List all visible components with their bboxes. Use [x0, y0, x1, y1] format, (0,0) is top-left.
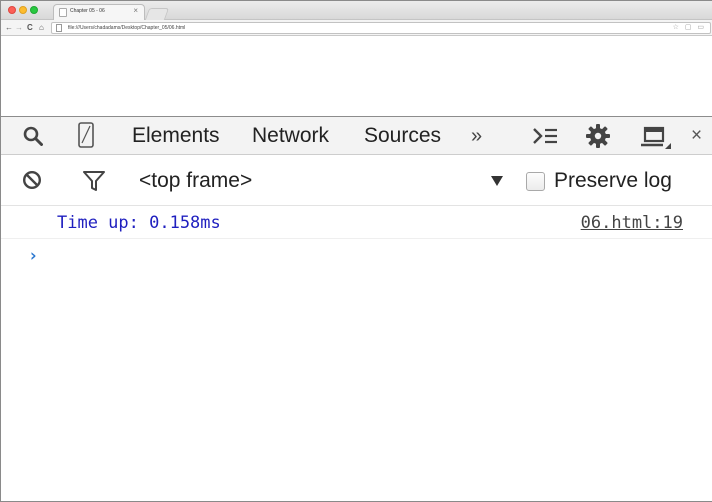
address-bar: ← → C ⌂ file:///Users/chadadams/Desktop/…: [1, 20, 712, 36]
devtools-toolbar: Elements Network Sources » ×: [1, 116, 712, 155]
tab-close-icon[interactable]: ×: [133, 6, 138, 15]
console-message-row: Time up: 0.158ms 06.html:19: [1, 206, 712, 239]
console-message-text: Time up: 0.158ms: [57, 213, 221, 233]
device-mode-icon[interactable]: [78, 122, 94, 148]
frame-select[interactable]: <top frame>: [139, 169, 252, 193]
reload-icon[interactable]: C: [27, 22, 33, 34]
gear-icon[interactable]: [586, 124, 610, 148]
url-text[interactable]: file:///Users/chadadams/Desktop/Chapter_…: [68, 24, 185, 33]
console-source-link[interactable]: 06.html:19: [581, 213, 683, 233]
tab-title: Chapter 05 - 06: [70, 8, 105, 14]
console-prompt[interactable]: ›: [1, 241, 712, 501]
tab-network[interactable]: Network: [252, 124, 329, 148]
page-icon: [56, 24, 62, 32]
prompt-chevron-icon: ›: [28, 246, 39, 266]
close-icon[interactable]: ×: [691, 126, 702, 146]
tab-sources[interactable]: Sources: [364, 124, 441, 148]
new-tab-button[interactable]: [144, 8, 170, 20]
clear-console-icon[interactable]: [22, 170, 42, 190]
more-tabs-icon[interactable]: »: [471, 126, 482, 146]
back-icon[interactable]: ←: [5, 22, 13, 34]
dock-icon[interactable]: [641, 125, 671, 149]
filter-icon[interactable]: [83, 171, 105, 191]
preserve-log-label[interactable]: Preserve log: [554, 169, 672, 193]
url-field[interactable]: file:///Users/chadadams/Desktop/Chapter_…: [51, 22, 711, 34]
window-zoom-button[interactable]: [30, 6, 38, 14]
tab-elements[interactable]: Elements: [132, 124, 220, 148]
browser-tab[interactable]: Chapter 05 - 06 ×: [53, 4, 145, 20]
browser-window: Chapter 05 - 06 × ← → C ⌂ file:///Users/…: [0, 0, 712, 502]
window-minimize-button[interactable]: [19, 6, 27, 14]
page-icon: [59, 8, 67, 17]
title-bar: Chapter 05 - 06 ×: [1, 1, 712, 20]
console-input[interactable]: [51, 245, 691, 269]
search-icon[interactable]: [23, 126, 43, 146]
dropdown-arrow-icon[interactable]: [491, 176, 503, 186]
bookmark-icon[interactable]: ☆ ▢ ▭: [673, 23, 706, 33]
console-filter-bar: <top frame> Preserve log: [1, 156, 712, 206]
preserve-log-checkbox[interactable]: [526, 172, 545, 191]
forward-icon[interactable]: →: [15, 22, 23, 34]
page-content: [1, 37, 712, 116]
window-close-button[interactable]: [8, 6, 16, 14]
drawer-icon[interactable]: [532, 126, 558, 146]
home-icon[interactable]: ⌂: [39, 22, 44, 34]
